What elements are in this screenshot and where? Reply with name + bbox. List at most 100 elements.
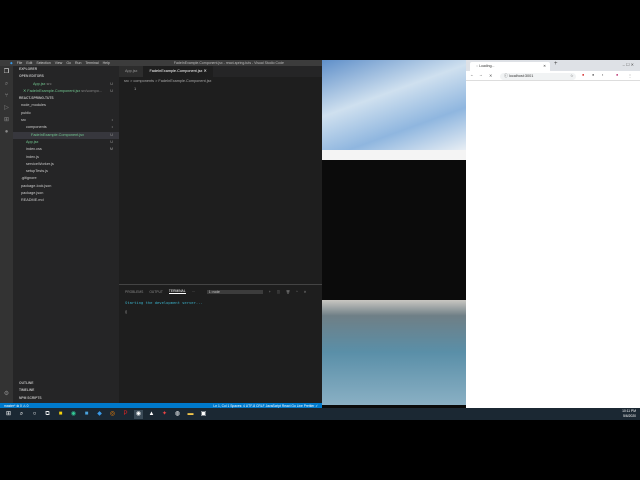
window-controls[interactable]: – ☐ ✕ (623, 62, 634, 67)
info-icon: ⓘ (504, 73, 508, 78)
outline-section[interactable]: OUTLINE (13, 380, 119, 387)
menu-go[interactable]: Go (66, 61, 71, 65)
address-bar[interactable]: ⓘ localhost:3001 (500, 72, 576, 80)
chrome-active-icon[interactable]: ◉ (134, 409, 143, 419)
menu-view[interactable]: View (55, 61, 63, 65)
figma-icon[interactable]: ✦ (160, 410, 169, 419)
file-tree-item[interactable]: package.json (13, 190, 119, 197)
file-tree-item[interactable]: index.css M (13, 146, 119, 153)
task-view-icon[interactable]: ⧉ (43, 410, 52, 419)
file-explorer-icon[interactable]: ▬ (186, 410, 195, 419)
file-tree-item[interactable]: package-lock.json (13, 183, 119, 190)
file-tree-item[interactable]: serviceWorker.js (13, 161, 119, 168)
file-tree-item[interactable]: src • (13, 117, 119, 124)
chrome-tabstrip: ◌ Loading... ✕ + – ☐ ✕ (466, 60, 640, 71)
explorer-icon[interactable]: ❐ (0, 66, 13, 78)
search-icon[interactable]: ⌕ (17, 410, 26, 419)
file-tree-item[interactable]: .gitignore (13, 175, 119, 182)
project-header[interactable]: REACT-SPRING-TUTS (13, 95, 119, 102)
app-icon[interactable]: ■ (82, 410, 91, 419)
sticky-notes-icon[interactable]: ■ (56, 410, 65, 419)
extension-icon[interactable]: ● (592, 73, 594, 77)
file-tree-item[interactable]: README.md (13, 197, 119, 204)
breadcrumb[interactable]: src > components > FadeInExample.Compone… (124, 79, 211, 83)
tab-problems[interactable]: PROBLEMS (125, 290, 143, 294)
file-tree-item[interactable]: components • (13, 124, 119, 131)
search-icon[interactable]: ⌕ (0, 78, 13, 90)
extension-icon[interactable]: ▪ (602, 73, 603, 77)
menu-terminal[interactable]: Terminal (85, 61, 98, 65)
cortana-icon[interactable]: ○ (30, 410, 39, 419)
npm-scripts-section[interactable]: NPM SCRIPTS (13, 395, 119, 402)
back-icon[interactable]: ← (470, 73, 474, 77)
new-tab-icon[interactable]: + (554, 61, 558, 67)
image-strip (322, 150, 466, 160)
file-tree-item[interactable]: FadeInExample.Component.jsx U (13, 131, 119, 139)
tab-terminal[interactable]: TERMINAL (168, 289, 186, 294)
vscode-icon[interactable]: ◆ (95, 410, 104, 419)
file-tree-item[interactable]: App.jsx U (13, 139, 119, 146)
chrome-window: ◌ Loading... ✕ + – ☐ ✕ ← → ✕ ⓘ localhost… (466, 60, 640, 408)
explorer-sidebar: EXPLORER OPEN EDITORS App.jsx src U ✕ Fad… (13, 66, 119, 403)
file-tree-item[interactable]: node_modules (13, 102, 119, 109)
close-icon[interactable]: ✕ (204, 69, 207, 73)
open-editor-item[interactable]: ✕ FadeInExample.Component.jsx src\compo.… (13, 88, 119, 95)
timeline-section[interactable]: TIMELINE (13, 387, 119, 394)
status-left[interactable]: master* ⊗ 0 ⚠ 0 (4, 404, 28, 408)
open-editors-header[interactable]: OPEN EDITORS (13, 73, 119, 80)
explorer-title: EXPLORER (19, 67, 38, 71)
stop-icon[interactable]: ✕ (489, 73, 492, 78)
terminal-panel: PROBLEMS OUTPUT TERMINAL ··· 1: node + ◫… (119, 284, 322, 403)
water-image (322, 300, 466, 405)
avatar[interactable]: ● (616, 73, 618, 77)
sky-image (322, 60, 466, 150)
menu-help[interactable]: Help (103, 61, 110, 65)
more-icon[interactable]: ··· (192, 290, 195, 294)
menu-run[interactable]: Run (75, 61, 81, 65)
status-right[interactable]: Ln 1, Col 1 Spaces: 4 UTF-8 CRLF JavaScr… (213, 404, 318, 408)
menu-edit[interactable]: Edit (26, 61, 32, 65)
close-panel-icon[interactable]: ✕ (304, 290, 307, 294)
close-tab-icon[interactable]: ✕ (543, 62, 546, 71)
menu-icon[interactable]: ⋮ (628, 73, 632, 78)
editor-tabs: App.jsx FadeInExample.Component.jsx ✕ (119, 66, 322, 77)
terminal-select[interactable]: 1: node (206, 289, 263, 294)
split-icon[interactable]: ◫ (277, 290, 280, 294)
terminal-icon[interactable]: ▣ (199, 410, 208, 419)
clock[interactable]: 10:11 PM 5/6/2020 (622, 409, 636, 418)
trash-icon[interactable]: 🗑 (286, 290, 290, 294)
p-app-icon[interactable]: P (121, 410, 130, 419)
terminal-output[interactable]: Starting the development server... ▯ (119, 298, 322, 316)
tab-app-jsx[interactable]: App.jsx (119, 66, 144, 77)
tab-fadein-component[interactable]: FadeInExample.Component.jsx ✕ (143, 66, 213, 77)
star-icon[interactable]: ☆ (570, 73, 573, 78)
menu-selection[interactable]: Selection (36, 61, 50, 65)
menu-file[interactable]: File (17, 61, 23, 65)
file-tree-item[interactable]: setupTests.js (13, 168, 119, 175)
gear-icon[interactable]: ⚙ (0, 388, 13, 400)
chevron-up-icon[interactable]: ^ (296, 290, 298, 294)
blender-icon[interactable]: ◎ (108, 410, 117, 419)
github-icon[interactable]: ● (0, 126, 13, 138)
file-tree-item[interactable]: index.js (13, 154, 119, 161)
taskbar: ⊞ ⌕ ○ ⧉ ■ ◉ ■ ◆ ◎ P ◉ ▲ ✦ ◍ ▬ ▣ 10:11 PM… (0, 408, 640, 420)
file-tree: node_modules public src • components • FadeInE… (13, 102, 119, 204)
plus-icon[interactable]: + (269, 290, 271, 294)
vscode-window: ◆ File Edit Selection View Go Run Termin… (0, 60, 322, 408)
windows-start-icon[interactable]: ⊞ (4, 410, 13, 419)
activity-bar: ❐ ⌕ ⑂ ▷ ⊞ ● ⚙ (0, 66, 13, 403)
chrome-icon[interactable]: ◉ (69, 410, 78, 419)
image-viewer (322, 60, 466, 408)
source-control-icon[interactable]: ⑂ (0, 90, 13, 102)
debug-icon[interactable]: ▷ (0, 102, 13, 114)
app-icon[interactable]: ▲ (147, 410, 156, 419)
extension-icon[interactable]: ● (582, 73, 584, 77)
open-editor-item[interactable]: App.jsx src U (13, 81, 119, 88)
file-tree-item[interactable]: public (13, 110, 119, 117)
tab-output[interactable]: OUTPUT (149, 290, 163, 294)
vscode-logo-icon: ◆ (10, 61, 13, 65)
extensions-icon[interactable]: ⊞ (0, 114, 13, 126)
forward-icon[interactable]: → (479, 73, 483, 77)
chrome-tab[interactable]: ◌ Loading... ✕ (470, 62, 550, 71)
obs-icon[interactable]: ◍ (173, 410, 182, 419)
